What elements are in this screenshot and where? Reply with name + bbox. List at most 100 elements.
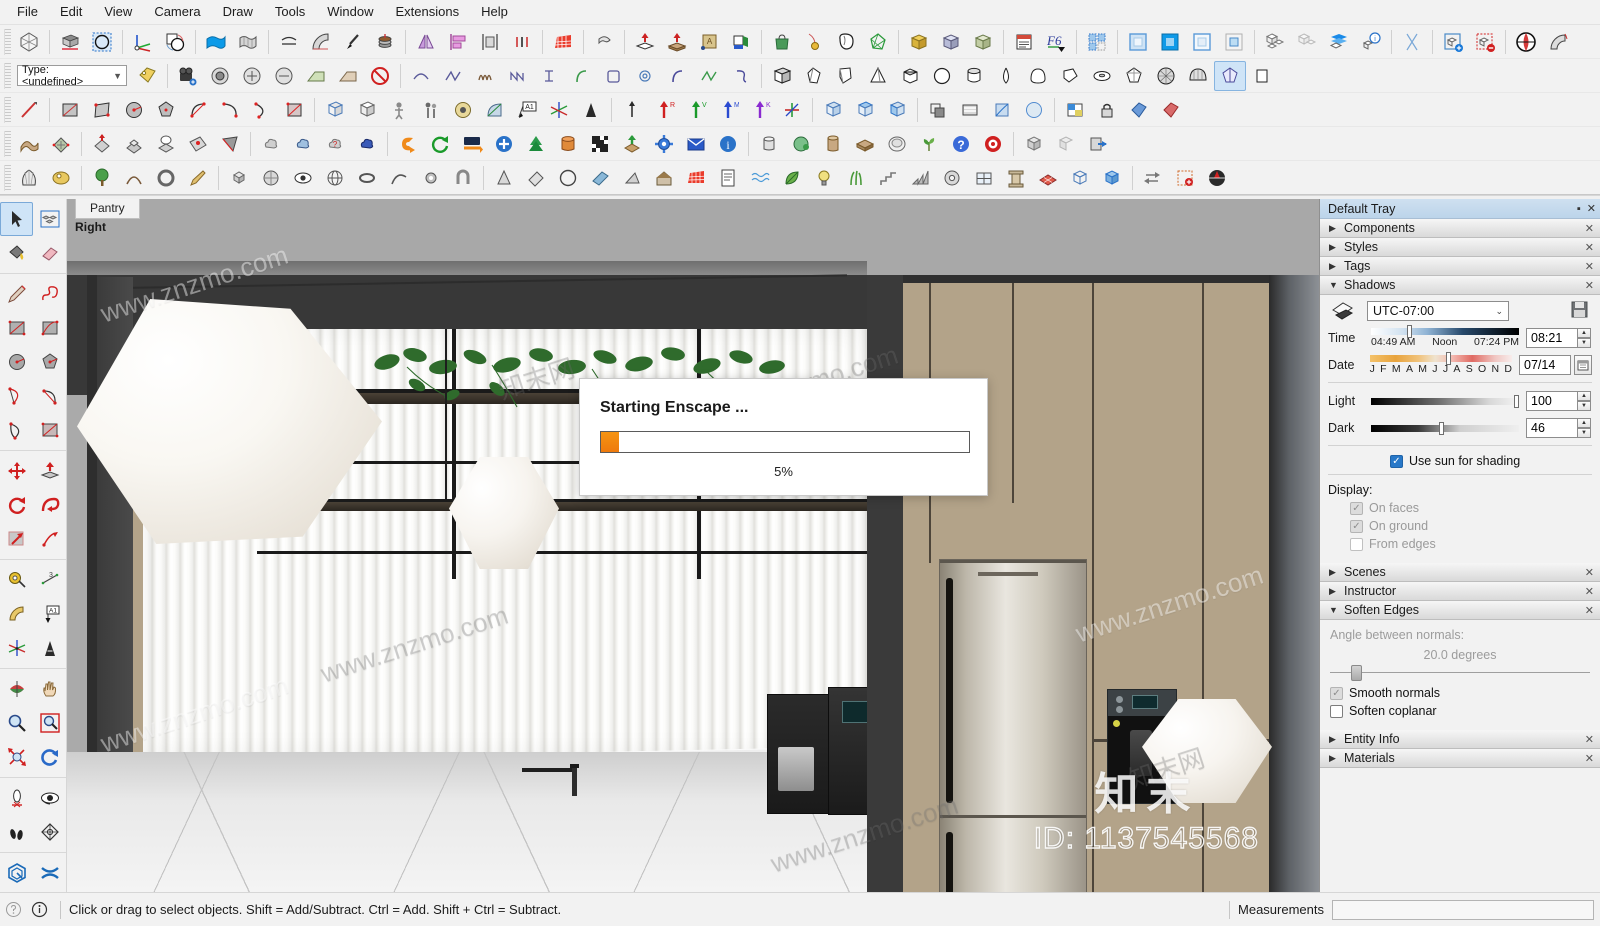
- select-circle-icon[interactable]: [86, 27, 118, 57]
- frame-light-icon[interactable]: [1186, 27, 1218, 57]
- stack-icon[interactable]: [369, 27, 401, 57]
- paint-swatch-icon[interactable]: [1059, 95, 1091, 125]
- menu-item-edit[interactable]: Edit: [49, 1, 93, 23]
- push-pull-white-icon[interactable]: [629, 27, 661, 57]
- i-beam-icon[interactable]: [533, 61, 565, 91]
- cylinder-icon[interactable]: [958, 61, 990, 91]
- freehand-icon[interactable]: [33, 277, 66, 311]
- tray-section-shadows[interactable]: ▼ Shadows ✕: [1320, 276, 1600, 295]
- arrow-out-icon[interactable]: [1082, 129, 1114, 159]
- close-icon[interactable]: ✕: [1585, 566, 1594, 579]
- menu-item-extensions[interactable]: Extensions: [385, 1, 471, 23]
- swap-icon[interactable]: [1137, 163, 1169, 193]
- stamp-icon[interactable]: A: [693, 27, 725, 57]
- date-input[interactable]: [1519, 355, 1571, 375]
- arc-curve-icon[interactable]: [118, 163, 150, 193]
- tray-section-styles[interactable]: ▶ Styles ✕: [1320, 238, 1600, 257]
- dome-mesh-icon[interactable]: [1182, 61, 1214, 91]
- circle-grid-icon[interactable]: [255, 163, 287, 193]
- type-selector[interactable]: Type: <undefined> ▼: [17, 64, 127, 88]
- model-viewport[interactable]: www.znzmo.com www.znzmo.com www.znzmo.co…: [67, 199, 1319, 892]
- pencil-icon[interactable]: [182, 163, 214, 193]
- position-camera-icon[interactable]: [0, 781, 33, 815]
- spiral-icon[interactable]: [629, 61, 661, 91]
- rotate-icon[interactable]: [0, 488, 33, 522]
- sweep-icon[interactable]: [1542, 27, 1574, 57]
- enscape-logo-icon[interactable]: [392, 129, 424, 159]
- axes-color-icon[interactable]: [543, 95, 575, 125]
- geodesic-icon[interactable]: [1150, 61, 1182, 91]
- camera-minus-icon[interactable]: [268, 61, 300, 91]
- arrow-blue-icon[interactable]: M: [712, 95, 744, 125]
- wire-shape-icon[interactable]: [862, 27, 894, 57]
- ring-grey-icon[interactable]: [150, 163, 182, 193]
- bulb-icon[interactable]: [808, 163, 840, 193]
- circle-icon[interactable]: [0, 345, 33, 379]
- axis-marker-icon[interactable]: [776, 95, 808, 125]
- timezone-select[interactable]: UTC-07:00 ⌄: [1367, 301, 1509, 321]
- cloud-red-icon[interactable]: ?: [319, 129, 351, 159]
- extrude-box-icon[interactable]: [54, 27, 86, 57]
- toolbar-grip[interactable]: [4, 62, 11, 89]
- eye-icon[interactable]: [287, 163, 319, 193]
- intersect-lines-icon[interactable]: [1396, 27, 1428, 57]
- close-icon[interactable]: ✕: [1585, 260, 1594, 273]
- orbit-geometry-icon[interactable]: [13, 27, 45, 57]
- pencil-line-icon[interactable]: [0, 277, 33, 311]
- box-grey-icon[interactable]: [1018, 129, 1050, 159]
- wedge-icon[interactable]: [798, 61, 830, 91]
- dimension-icon[interactable]: [575, 95, 607, 125]
- menu-item-help[interactable]: Help: [470, 1, 519, 23]
- follow-me-icon[interactable]: [33, 488, 66, 522]
- info-cube-icon[interactable]: i: [1355, 27, 1387, 57]
- mail-icon[interactable]: [680, 129, 712, 159]
- ghost-box-icon[interactable]: [1050, 129, 1082, 159]
- sphere-wire-icon[interactable]: [319, 163, 351, 193]
- date-slider[interactable]: JFMAMJJASOND: [1369, 352, 1512, 375]
- section-plane-icon[interactable]: [616, 95, 648, 125]
- f6-font-icon[interactable]: F6: [1040, 27, 1072, 57]
- arrow-red-icon[interactable]: R: [648, 95, 680, 125]
- person-icon[interactable]: [383, 95, 415, 125]
- box-yellow-icon[interactable]: [903, 27, 935, 57]
- report-icon[interactable]: [1008, 27, 1040, 57]
- leaf-icon[interactable]: [776, 163, 808, 193]
- ring-icon[interactable]: [351, 163, 383, 193]
- pan-hand-icon[interactable]: [33, 672, 66, 706]
- eraser-icon[interactable]: [33, 236, 66, 270]
- display-on-ground-checkbox[interactable]: ✓ On ground: [1350, 519, 1592, 533]
- tag-gold-icon[interactable]: [131, 61, 163, 91]
- arc-3point-icon[interactable]: [0, 413, 33, 447]
- light-input[interactable]: [1526, 391, 1578, 411]
- rotated-rectangle-icon[interactable]: [33, 311, 66, 345]
- dark-input[interactable]: [1526, 418, 1578, 438]
- cylinder-grey-icon[interactable]: [753, 129, 785, 159]
- display-on-faces-checkbox[interactable]: ✓ On faces: [1350, 501, 1592, 515]
- polygon-icon[interactable]: [33, 345, 66, 379]
- save-shadow-settings-button[interactable]: [1571, 301, 1588, 321]
- pin-icon[interactable]: ▪: [1577, 203, 1581, 215]
- cancel-circle-icon[interactable]: [364, 61, 396, 91]
- cone-icon[interactable]: [990, 61, 1022, 91]
- arc-blue-icon[interactable]: [661, 61, 693, 91]
- text-label-icon[interactable]: A1: [33, 597, 66, 631]
- arrow-purple-icon[interactable]: K: [744, 95, 776, 125]
- cone-grey-icon[interactable]: [488, 163, 520, 193]
- time-slider-knob[interactable]: [1406, 325, 1412, 338]
- paint-face-icon[interactable]: [725, 27, 757, 57]
- pyramid-icon[interactable]: [862, 61, 894, 91]
- toolbar-grip[interactable]: [4, 130, 11, 157]
- dimension-icon[interactable]: 3: [33, 563, 66, 597]
- iso-view-icon[interactable]: [881, 95, 913, 125]
- checkbox-icon[interactable]: [1350, 537, 1363, 551]
- layers-icon[interactable]: [1323, 27, 1355, 57]
- house-icon[interactable]: [648, 163, 680, 193]
- flip-edge-icon[interactable]: [214, 129, 246, 159]
- menu-item-draw[interactable]: Draw: [212, 1, 264, 23]
- tag-blue-icon[interactable]: [1123, 95, 1155, 125]
- sync-icon[interactable]: [424, 129, 456, 159]
- shell-icon[interactable]: [13, 163, 45, 193]
- checkbox-icon[interactable]: ✓: [1350, 519, 1363, 533]
- zoom-icon[interactable]: [0, 706, 33, 740]
- remove-from-group-icon[interactable]: [1469, 27, 1501, 57]
